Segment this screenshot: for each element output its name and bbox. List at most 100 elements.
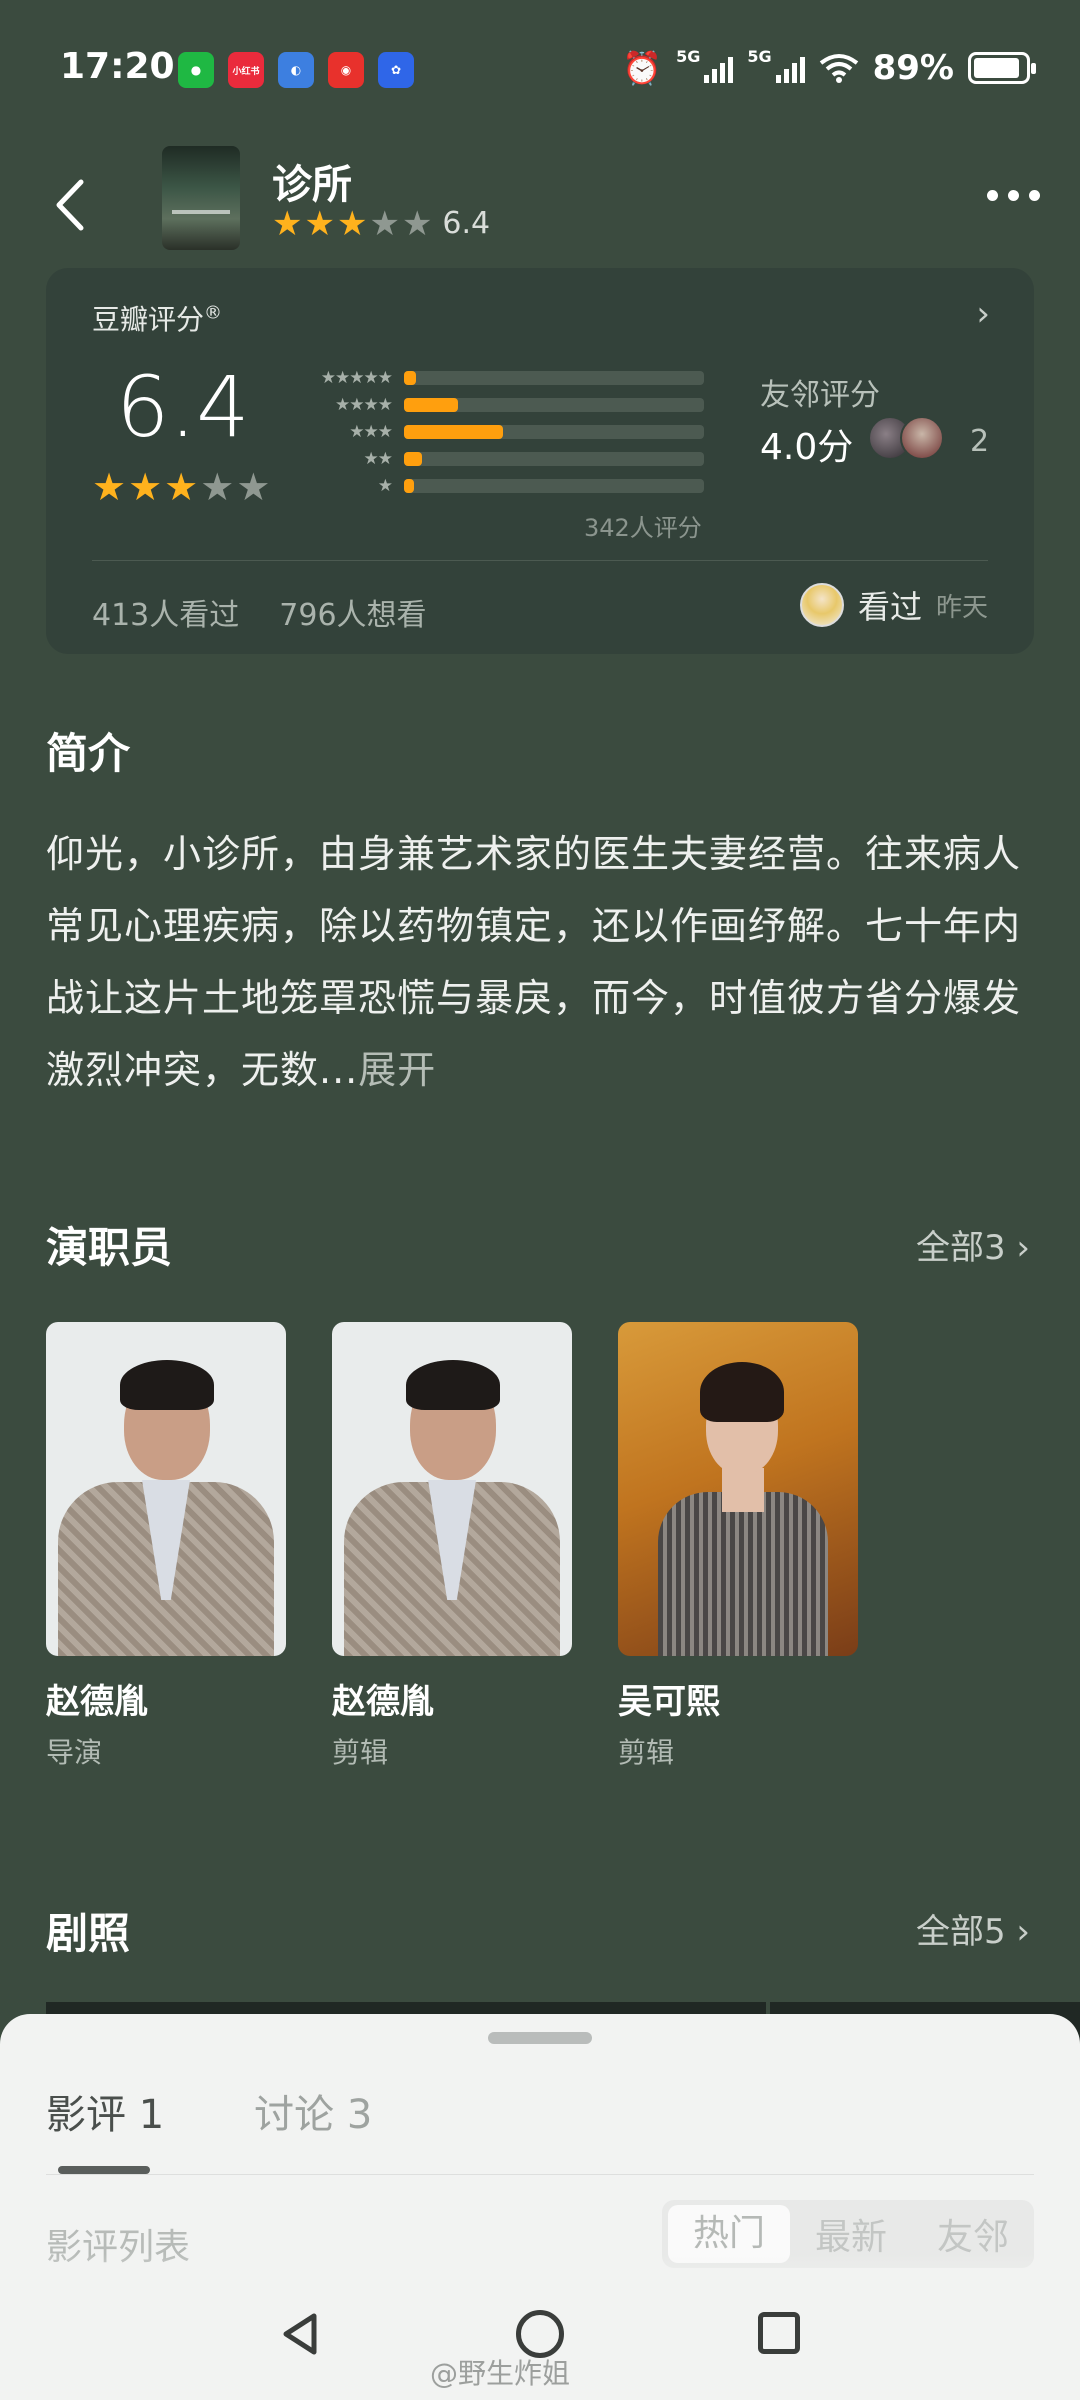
rating-count: 342人评分: [584, 514, 702, 542]
score-stars: ★ ★ ★ ★ ★: [92, 468, 270, 506]
movie-poster[interactable]: [162, 146, 240, 250]
signal-2: 5G: [747, 49, 805, 83]
chevron-right-icon[interactable]: ›: [976, 294, 990, 334]
battery-icon: [968, 52, 1036, 84]
cast-name: 赵德胤: [332, 1682, 434, 1722]
distribution-row-4-star: ★★★★: [292, 391, 712, 418]
battery-fill: [974, 58, 1019, 78]
distribution-bar: [404, 451, 422, 466]
cast-name: 赵德胤: [46, 1682, 148, 1722]
friend-rating-score: 4.0分: [760, 427, 854, 468]
rating-distribution: ★★★★★ ★★★★ ★★★ ★★ ★: [292, 364, 712, 499]
star-icon: ★: [272, 203, 303, 244]
stills-see-all[interactable]: 全部5 ›: [916, 1904, 1030, 1953]
review-tabs: 影评 1 讨论 3: [46, 2082, 372, 2140]
cast-photo: [618, 1322, 858, 1656]
wechat-icon: ●: [178, 52, 214, 88]
cast-role: 剪辑: [332, 1736, 389, 1769]
notification-icons: ● 小红书 ◐ ◉ ✿: [178, 52, 414, 88]
my-status-time: 昨天: [935, 592, 988, 623]
dot: [1008, 190, 1019, 201]
tab-discussions[interactable]: 讨论 3: [254, 2082, 372, 2140]
synopsis-heading: 简介: [46, 729, 131, 778]
cast-see-all-label: 全部3: [915, 1228, 1006, 1268]
cast-card[interactable]: 吴可熙 剪辑: [618, 1322, 858, 1771]
cast-photo: [332, 1322, 572, 1656]
distribution-stars-icon: ★★: [363, 448, 393, 469]
drag-handle[interactable]: [488, 2032, 592, 2044]
star-icon: ★: [369, 203, 400, 244]
header-rating: ★ ★ ★ ★ ★ 6.4: [272, 206, 490, 241]
star-icon: ★: [336, 203, 368, 244]
synopsis-text[interactable]: 仰光，小诊所，由身兼艺术家的医生夫妻经营。往来病人常见心理疾病，除以药物镇定，还…: [46, 818, 1036, 1106]
tab-reviews[interactable]: 影评 1: [46, 2082, 164, 2140]
chevron-right-icon: ›: [1005, 1228, 1030, 1268]
friend-rating-label: 友邻评分: [760, 378, 880, 413]
nav-recents-icon[interactable]: [758, 2312, 800, 2354]
rating-card[interactable]: 豆瓣评分® › 6.4 ★ ★ ★ ★ ★ ★★★★★ ★★★★ ★★★ ★★ ★ 34…: [46, 268, 1034, 654]
expand-link[interactable]: 展开: [358, 1048, 436, 1092]
star-icon: ★: [92, 465, 127, 509]
star-icon: ★: [236, 465, 271, 509]
system-status: ⏰ 5G 5G 89%: [622, 48, 1036, 88]
distribution-row-2-star: ★★: [292, 445, 712, 472]
sort-latest[interactable]: 最新: [790, 2208, 912, 2260]
cast-role: 剪辑: [618, 1736, 675, 1769]
signal-bars-icon: [704, 53, 734, 83]
cast-photo: [46, 1322, 286, 1656]
divider: [46, 2174, 1034, 2175]
my-watch-status[interactable]: 看过 昨天: [799, 582, 988, 628]
stills-heading: 剧照: [46, 1909, 131, 1958]
cast-card[interactable]: 赵德胤 剪辑: [332, 1322, 572, 1771]
dot: [987, 190, 998, 201]
registered-mark: ®: [204, 302, 223, 324]
rating-card-title: 豆瓣评分®: [92, 298, 222, 338]
divider: [92, 560, 988, 561]
nav-back-icon[interactable]: [280, 2312, 320, 2356]
friend-count: 2: [970, 424, 990, 459]
star-icon: ★: [128, 465, 163, 509]
rating-source-label: 豆瓣评分: [92, 303, 205, 336]
distribution-stars-icon: ★★★★: [335, 394, 393, 415]
cast-list: 赵德胤 导演 赵德胤 剪辑 吴可熙 剪辑: [46, 1322, 858, 1771]
friend-avatars[interactable]: [868, 416, 944, 460]
back-button[interactable]: [40, 170, 100, 240]
distribution-track: [404, 370, 704, 385]
chevron-left-icon: [56, 179, 84, 231]
wifi-icon: [819, 54, 858, 83]
distribution-stars-icon: ★★★: [349, 421, 393, 442]
signal-1: 5G: [676, 49, 734, 83]
distribution-track: [404, 451, 704, 466]
cast-card[interactable]: 赵德胤 导演: [46, 1322, 286, 1771]
distribution-row-1-star: ★: [292, 472, 712, 499]
avatar: [799, 583, 844, 627]
xiaohongshu-icon: 小红书: [228, 52, 264, 88]
status-bar: 17:20 ● 小红书 ◐ ◉ ✿ ⏰ 5G 5G 89%: [0, 0, 1080, 140]
cast-name: 吴可熙: [618, 1682, 720, 1722]
avatar: [900, 416, 944, 460]
distribution-row-5-star: ★★★★★: [292, 364, 712, 391]
star-icon: ★: [164, 465, 199, 509]
distribution-bar: [404, 478, 414, 493]
watch-stats: 413人看过 796人想看: [92, 590, 427, 634]
distribution-track: [404, 478, 704, 493]
distribution-stars-icon: ★★★★★: [320, 367, 393, 388]
sort-friends[interactable]: 友邻: [912, 2208, 1034, 2260]
tab-indicator: [58, 2166, 150, 2174]
distribution-bar: [404, 424, 503, 439]
cast-see-all[interactable]: 全部3 ›: [916, 1220, 1030, 1269]
baidu-icon: ✿: [378, 52, 414, 88]
battery-percent: 89%: [872, 48, 954, 88]
cast-role: 导演: [46, 1736, 103, 1769]
status-time: 17:20: [60, 46, 175, 87]
distribution-bar: [404, 370, 416, 385]
my-status-label: 看过: [857, 588, 922, 626]
signal-bars-icon: [775, 53, 805, 83]
nav-home-icon[interactable]: [516, 2310, 564, 2358]
weibo-icon: ◉: [328, 52, 364, 88]
distribution-stars-icon: ★: [377, 475, 393, 496]
movie-header: 诊所 ★ ★ ★ ★ ★ 6.4: [0, 140, 1080, 270]
movie-title: 诊所: [272, 162, 352, 208]
more-button[interactable]: [987, 190, 1040, 201]
big-score: 6.4: [116, 358, 250, 456]
